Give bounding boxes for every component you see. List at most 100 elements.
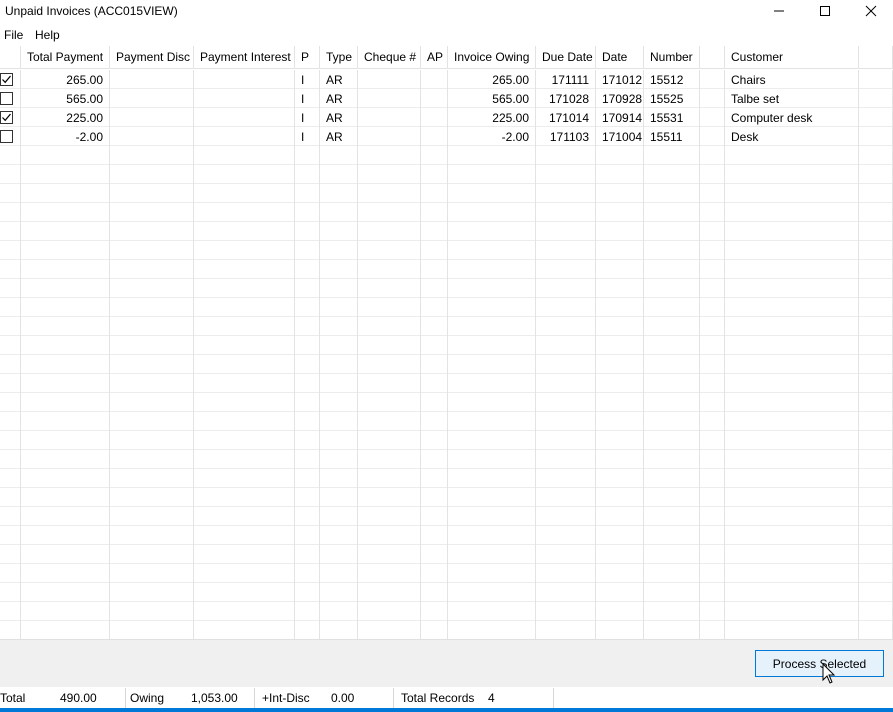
grid-cell: [859, 526, 893, 545]
table-row[interactable]: 225.00 I AR 225.00 171014 170914 15531 Computer…: [0, 108, 893, 127]
grid-cell: [644, 545, 700, 564]
grid-cell: [421, 412, 448, 431]
cell-cheque: [358, 89, 421, 108]
table-row[interactable]: -2.00 I AR -2.00 171103 171004 15511 Desk: [0, 127, 893, 146]
header-col-cheque[interactable]: Cheque #: [358, 46, 421, 69]
maximize-icon: [820, 6, 830, 16]
grid-cell: [194, 488, 295, 507]
grid-cell: [859, 412, 893, 431]
row-checkbox[interactable]: [0, 73, 13, 86]
grid-cell: [358, 621, 421, 639]
header-col-ap[interactable]: AP: [421, 46, 448, 69]
maximize-button[interactable]: [803, 0, 847, 22]
grid-cell: [596, 336, 644, 355]
grid-cell: [859, 431, 893, 450]
status-total-label: Total: [0, 691, 26, 705]
header-col-p[interactable]: P: [295, 46, 320, 69]
grid-cell: [725, 488, 859, 507]
grid-cell: [536, 450, 596, 469]
invoice-grid[interactable]: Total Payment Payment Disc Payment Interes…: [0, 46, 893, 639]
grid-cell: [21, 336, 110, 355]
header-col-end[interactable]: [859, 46, 893, 69]
grid-cell: [596, 222, 644, 241]
grid-cell: [21, 241, 110, 260]
minimize-button[interactable]: [757, 0, 801, 22]
grid-cell: [21, 621, 110, 639]
row-checkbox[interactable]: [0, 111, 13, 124]
grid-cell: [21, 507, 110, 526]
grid-cell: [110, 393, 194, 412]
header-col-spacer[interactable]: [700, 46, 725, 69]
grid-cell: [448, 602, 536, 621]
grid-cell: [448, 393, 536, 412]
grid-cell: [320, 355, 358, 374]
grid-cell: [421, 279, 448, 298]
header-col-type[interactable]: Type: [320, 46, 358, 69]
header-col-due-date[interactable]: Due Date: [536, 46, 596, 69]
grid-cell: [295, 621, 320, 639]
header-col-number[interactable]: Number: [644, 46, 700, 69]
grid-cell: [0, 431, 21, 450]
cell-p: I: [295, 127, 320, 146]
row-select-cell: [0, 127, 21, 146]
header-col-check[interactable]: [0, 46, 21, 69]
row-checkbox[interactable]: [0, 92, 13, 105]
cell-total-payment: 565.00: [21, 89, 110, 108]
grid-cell: [358, 279, 421, 298]
grid-cell: [0, 374, 21, 393]
header-col-payment-disc[interactable]: Payment Disc: [110, 46, 194, 69]
grid-cell: [295, 317, 320, 336]
header-col-date[interactable]: Date: [596, 46, 644, 69]
grid-cell: [110, 260, 194, 279]
cell-due-date: 171103: [536, 127, 596, 146]
cell-invoice-owing: 565.00: [448, 89, 536, 108]
grid-cell: [0, 279, 21, 298]
row-checkbox[interactable]: [0, 130, 13, 143]
grid-cell: [725, 431, 859, 450]
grid-cell: [448, 545, 536, 564]
grid-cell: [596, 374, 644, 393]
empty-row: [0, 203, 893, 222]
grid-cell: [21, 393, 110, 412]
cell-ap: [421, 70, 448, 89]
grid-cell: [320, 298, 358, 317]
grid-cell: [21, 203, 110, 222]
grid-cell: [295, 355, 320, 374]
grid-cell: [295, 279, 320, 298]
grid-cell: [295, 146, 320, 165]
header-col-payment-interest[interactable]: Payment Interest: [194, 46, 295, 69]
grid-cell: [596, 260, 644, 279]
grid-cell: [448, 279, 536, 298]
process-selected-button[interactable]: Process Selected: [755, 650, 884, 677]
table-row[interactable]: 265.00 I AR 265.00 171111 171012 15512 Chairs: [0, 70, 893, 89]
menu-help[interactable]: Help: [35, 28, 60, 42]
grid-cell: [194, 279, 295, 298]
grid-cell: [358, 469, 421, 488]
grid-cell: [725, 298, 859, 317]
grid-cell: [536, 279, 596, 298]
cell-cheque: [358, 108, 421, 127]
grid-cell: [110, 279, 194, 298]
grid-cell: [421, 298, 448, 317]
close-button[interactable]: [849, 0, 893, 22]
table-row[interactable]: 565.00 I AR 565.00 171028 170928 15525 Talbe se…: [0, 89, 893, 108]
empty-row: [0, 564, 893, 583]
grid-cell: [295, 431, 320, 450]
status-records: Total Records 4: [394, 688, 554, 708]
grid-cell: [725, 545, 859, 564]
header-col-total-payment[interactable]: Total Payment: [21, 46, 110, 69]
header-col-customer[interactable]: Customer: [725, 46, 859, 69]
checkmark-icon: [2, 75, 11, 84]
grid-cell: [700, 108, 725, 127]
grid-cell: [21, 222, 110, 241]
row-select-cell: [0, 89, 21, 108]
cell-due-date: 171028: [536, 89, 596, 108]
cell-payment-interest: [194, 108, 295, 127]
grid-cell: [110, 298, 194, 317]
menu-file[interactable]: File: [4, 28, 23, 42]
grid-cell: [0, 583, 21, 602]
header-col-invoice-owing[interactable]: Invoice Owing: [448, 46, 536, 69]
grid-cell: [596, 583, 644, 602]
grid-cell: [0, 355, 21, 374]
grid-cell: [421, 393, 448, 412]
